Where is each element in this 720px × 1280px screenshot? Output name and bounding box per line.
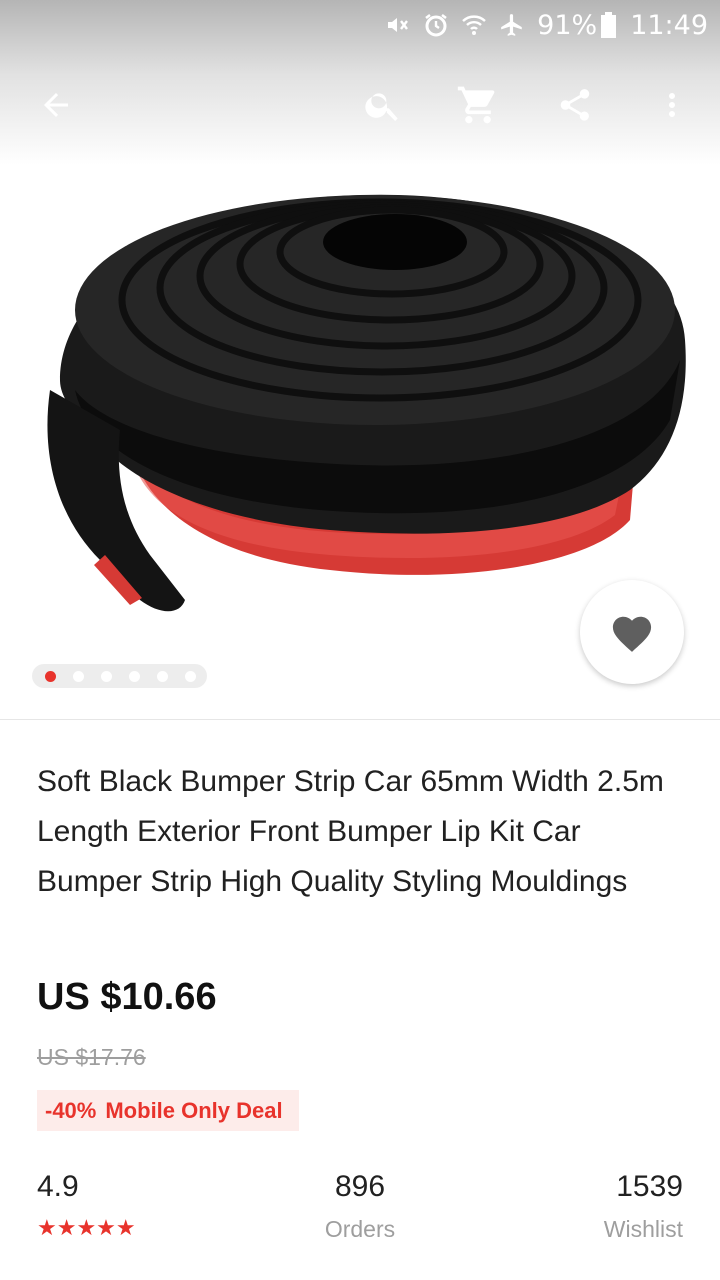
battery-icon <box>601 12 617 38</box>
share-icon <box>560 89 590 121</box>
clock: 11:49 <box>630 9 708 41</box>
search-button[interactable] <box>353 70 413 140</box>
back-arrow-icon <box>44 93 68 117</box>
status-bar: 91% 11:49 <box>0 0 720 50</box>
pager-dot[interactable] <box>45 670 56 682</box>
heart-icon <box>612 616 652 652</box>
wifi-icon <box>462 15 486 35</box>
cart-button[interactable] <box>448 70 508 140</box>
deal-label: Mobile Only Deal <box>105 1097 283 1123</box>
top-toolbar <box>0 70 720 140</box>
add-to-wishlist-button[interactable] <box>580 580 684 684</box>
more-options-button[interactable] <box>642 70 702 140</box>
section-divider <box>0 719 720 720</box>
share-button[interactable] <box>545 70 605 140</box>
pager-dot[interactable] <box>73 670 84 682</box>
orders-count: 896 <box>334 1170 386 1203</box>
pager-dot[interactable] <box>185 670 196 682</box>
mute-icon <box>388 18 409 32</box>
image-pager-indicator[interactable] <box>32 664 207 688</box>
airplane-icon <box>501 14 522 36</box>
original-price: US $17.76 <box>37 1044 146 1070</box>
wishlist-count: 1539 <box>616 1170 683 1203</box>
product-stats: 4.9 ★★★★★ 896 Orders 1539 Wishlist <box>0 1170 720 1250</box>
cart-icon <box>457 86 495 124</box>
deal-badge: -40% Mobile Only Deal <box>37 1090 299 1131</box>
back-button[interactable] <box>26 70 86 140</box>
discount-percent: -40% <box>45 1097 97 1123</box>
alarm-icon <box>425 13 447 37</box>
product-photo <box>47 194 686 612</box>
more-vert-icon <box>669 93 675 117</box>
pager-dot[interactable] <box>129 670 140 682</box>
product-title: Soft Black Bumper Strip Car 65mm Width 2… <box>37 765 664 898</box>
battery-percent: 91% <box>537 9 598 41</box>
pager-dot[interactable] <box>157 670 168 682</box>
pager-dot[interactable] <box>101 670 112 682</box>
wishlist-label: Wishlist <box>603 1216 683 1242</box>
current-price: US $10.66 <box>37 976 217 1018</box>
search-icon <box>365 93 398 121</box>
